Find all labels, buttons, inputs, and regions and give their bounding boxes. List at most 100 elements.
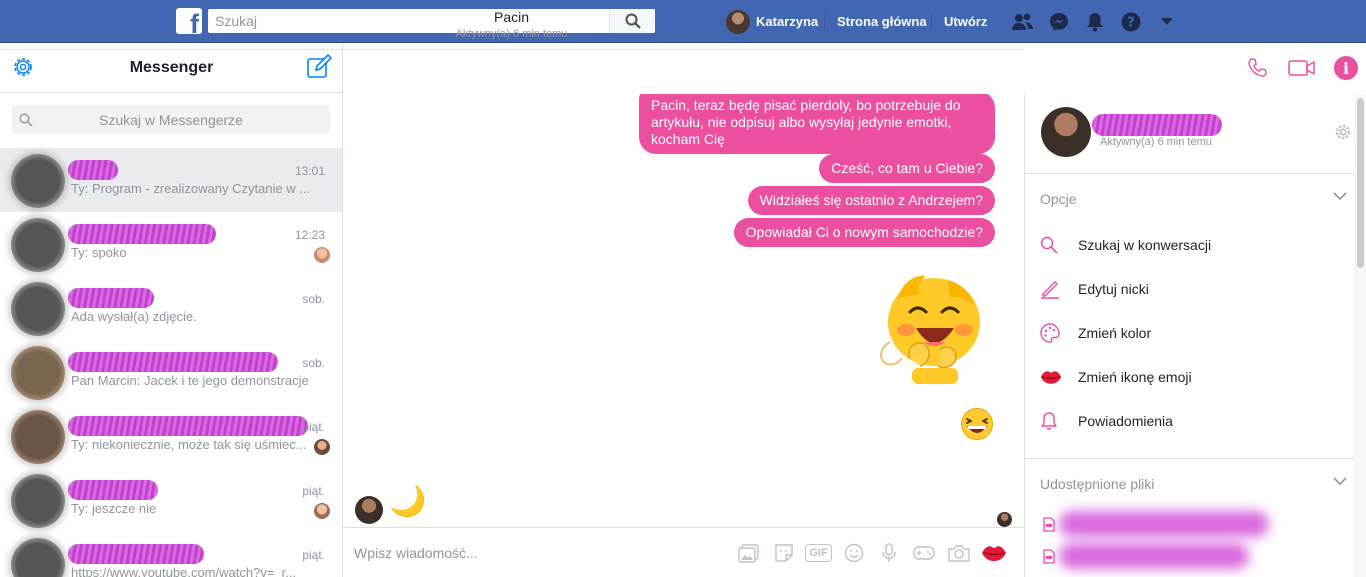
read-receipt-avatar	[997, 512, 1012, 527]
message-bubble[interactable]: Widziałeś się ostatnio z Andrzejem?	[747, 186, 995, 215]
redacted-name	[1092, 114, 1222, 136]
conversation-preview: Ty: Program - zrealizowany Czytanie w ..…	[71, 181, 311, 196]
seen-avatar	[314, 439, 330, 455]
photo-icon	[737, 544, 759, 563]
avatar	[11, 154, 65, 208]
sticker-image[interactable]	[876, 272, 986, 384]
avatar	[11, 410, 65, 464]
sticker-button[interactable]	[766, 539, 801, 567]
message-composer: GIF	[343, 527, 1024, 577]
conversation-item[interactable]: Pan Marcin: Jacek i te jego demonstracje…	[0, 340, 342, 404]
message-bubble[interactable]: Cześć, co tam u Ciebie?	[819, 154, 995, 183]
chevron-down-icon[interactable]	[1333, 192, 1347, 202]
contact-profile: Aktywny(a) 6 min temu	[1025, 94, 1354, 174]
bell-icon	[1041, 412, 1057, 430]
conversation-item[interactable]: Ada wysłał(a) zdjęcie. sob.	[0, 276, 342, 340]
conversation-time: 13:01	[294, 164, 325, 178]
avatar	[11, 474, 65, 528]
smiley-icon	[844, 543, 863, 563]
new-message-button[interactable]	[306, 53, 333, 85]
sticker-icon	[774, 544, 793, 562]
messages-button[interactable]	[1041, 0, 1077, 43]
chat-actions: i	[1238, 43, 1366, 93]
message-input[interactable]	[354, 543, 714, 563]
redacted-name	[68, 480, 158, 500]
conversation-time: sob.	[302, 292, 325, 306]
microphone-icon	[881, 543, 896, 562]
option-notifications[interactable]: Powiadomienia	[1040, 409, 1173, 433]
avatar[interactable]	[1041, 107, 1091, 157]
seen-avatar	[314, 247, 330, 263]
voice-clip-button[interactable]	[871, 539, 906, 567]
voice-call-button[interactable]	[1238, 43, 1278, 93]
conversation-preview: Ada wysłał(a) zdjęcie.	[71, 309, 197, 324]
conversation-item[interactable]: Ty: spoko 12:23	[0, 212, 342, 276]
send-emoji-button[interactable]	[976, 539, 1011, 567]
file-icon	[1043, 549, 1055, 564]
profile-settings-button[interactable]	[1335, 124, 1351, 145]
phone-icon	[1248, 58, 1267, 77]
conversation-time: piąt.	[302, 548, 325, 562]
pencil-icon	[1041, 281, 1059, 299]
scrollbar-thumb[interactable]	[1357, 98, 1364, 268]
conversation-item[interactable]: Ty: Program - zrealizowany Czytanie w ..…	[0, 148, 342, 212]
message-bubble[interactable]: Opowiadał Ci o nowym samochodzie?	[733, 218, 995, 247]
redacted-name	[68, 416, 308, 436]
video-call-button[interactable]	[1282, 43, 1322, 93]
message-thread: Pacin, teraz będę pisać pierdoly, bo pot…	[343, 94, 1024, 527]
conversation-item[interactable]: Ty: jeszcze nie piąt.	[0, 468, 342, 532]
account-menu-button[interactable]	[1149, 0, 1185, 43]
chevron-down-icon[interactable]	[1333, 477, 1347, 487]
contact-status: Aktywny(a) 6 min temu	[1100, 136, 1212, 148]
bell-icon	[1087, 12, 1103, 31]
option-label: Szukaj w konwersacji	[1078, 237, 1212, 253]
svg-text:?: ?	[1127, 15, 1135, 30]
notifications-button[interactable]	[1077, 0, 1113, 43]
camera-icon	[947, 545, 970, 562]
help-button[interactable]: ?	[1113, 0, 1149, 43]
lips-icon	[1040, 371, 1062, 384]
seen-avatar	[314, 503, 330, 519]
conversation-details-panel: Aktywny(a) 6 min temu Opcje Szukaj w kon…	[1024, 94, 1354, 577]
conversation-time: piąt.	[302, 420, 325, 434]
search-icon	[19, 113, 33, 127]
shared-file-item[interactable]	[1043, 511, 1269, 537]
option-label: Zmień kolor	[1078, 325, 1152, 341]
conversation-item[interactable]: Ty: niekoniecznie, może tak się uśmiec..…	[0, 404, 342, 468]
info-icon: i	[1334, 56, 1358, 80]
sidebar-header: Messenger	[0, 43, 342, 93]
shared-file-item[interactable]	[1043, 543, 1249, 569]
redacted-name	[68, 160, 118, 180]
laughing-emoji[interactable]	[960, 407, 994, 441]
palette-icon	[1040, 323, 1060, 343]
conversation-item[interactable]: https://www.youtube.com/watch?v=_r... pi…	[0, 532, 342, 577]
gear-icon	[1335, 124, 1351, 140]
message-bubble[interactable]: Pacin, teraz będę pisać pierdoly, bo pot…	[639, 94, 995, 154]
conversation-time: 12:23	[294, 228, 325, 242]
option-search-in-conversation[interactable]: Szukaj w konwersacji	[1040, 233, 1211, 257]
avatar	[355, 496, 383, 524]
redacted-name	[68, 288, 154, 308]
conversation-preview: https://www.youtube.com/watch?v=_r...	[71, 565, 297, 577]
messenger-search	[12, 105, 330, 134]
emoji-button[interactable]	[836, 539, 871, 567]
option-change-color[interactable]: Zmień kolor	[1040, 321, 1151, 345]
add-photo-button[interactable]	[731, 539, 766, 567]
search-icon	[1040, 236, 1058, 254]
avatar	[11, 282, 65, 336]
gif-icon: GIF	[805, 544, 832, 562]
avatar	[11, 538, 65, 577]
conversation-info-button[interactable]: i	[1326, 43, 1366, 93]
compose-icon	[307, 53, 333, 78]
avatar	[11, 346, 65, 400]
option-change-emoji[interactable]: Zmień ikonę emoji	[1040, 365, 1192, 389]
moon-emoji[interactable]: 🌙	[389, 484, 426, 519]
option-edit-nicknames[interactable]: Edytuj nicki	[1040, 277, 1149, 301]
messenger-search-input[interactable]	[12, 105, 330, 134]
camera-button[interactable]	[941, 539, 976, 567]
games-button[interactable]	[906, 539, 941, 567]
gif-button[interactable]: GIF	[801, 539, 836, 567]
lips-icon	[981, 546, 1006, 561]
help-icon: ?	[1121, 12, 1141, 31]
details-scrollbar[interactable]	[1354, 94, 1366, 577]
